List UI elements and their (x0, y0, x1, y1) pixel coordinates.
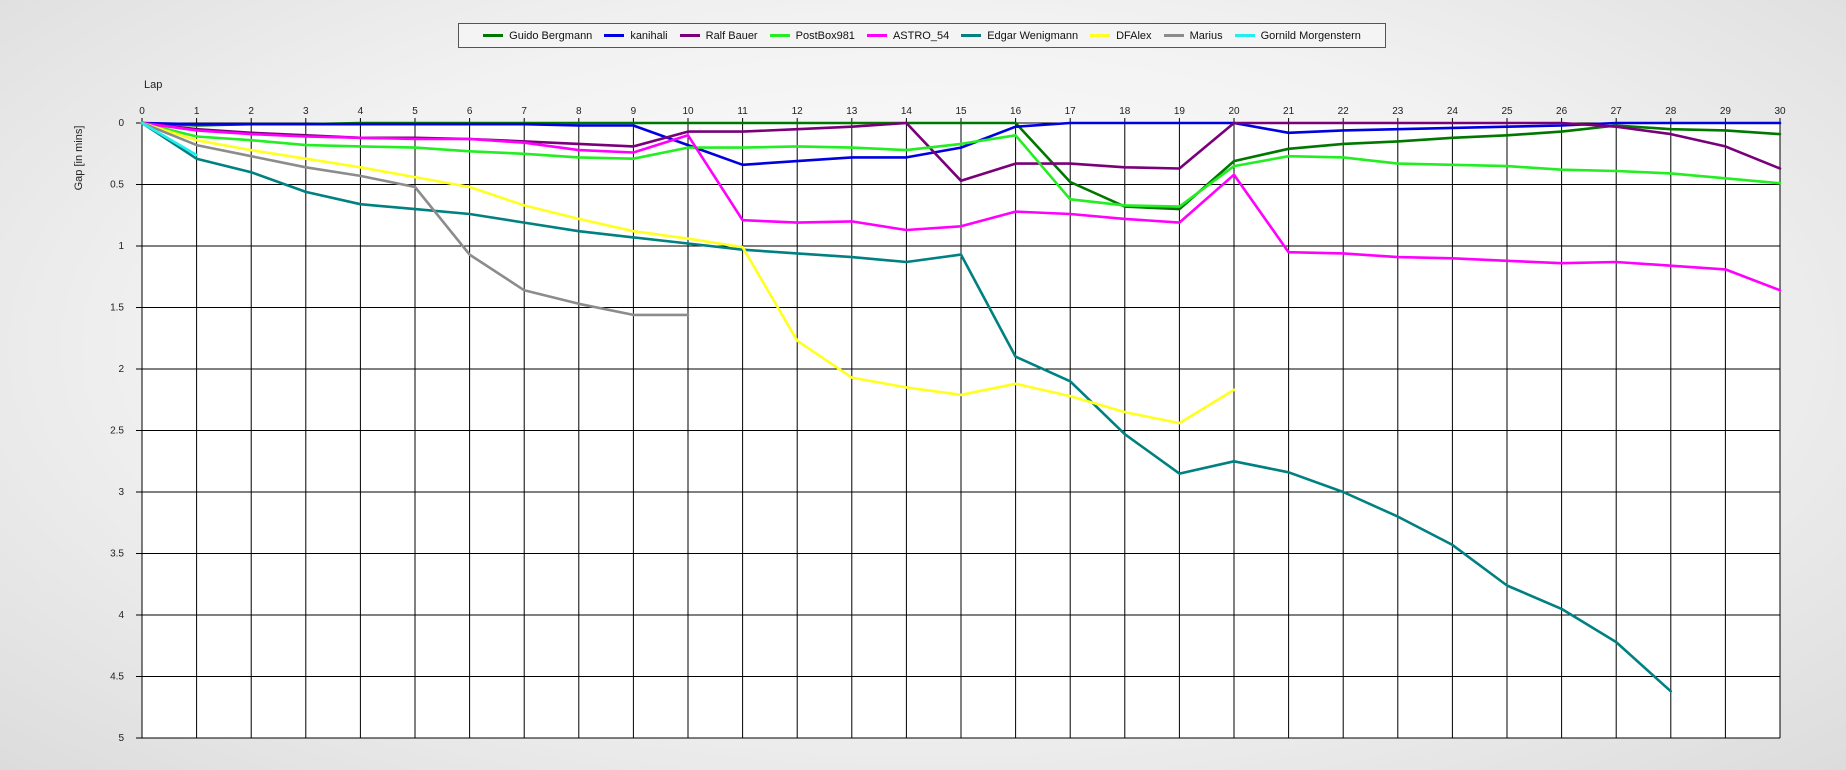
x-tick-label: 30 (1774, 106, 1786, 117)
y-tick-label: 0.5 (110, 180, 124, 191)
y-tick-label: 4 (118, 610, 124, 621)
x-tick-label: 27 (1611, 106, 1623, 117)
x-tick-label: 29 (1720, 106, 1732, 117)
x-tick-label: 4 (358, 106, 364, 117)
x-tick-label: 12 (792, 106, 804, 117)
x-tick-label: 19 (1174, 106, 1186, 117)
x-tick-label: 10 (682, 106, 694, 117)
y-tick-label: 1.5 (110, 303, 124, 314)
x-tick-label: 25 (1501, 106, 1513, 117)
x-tick-label: 22 (1338, 106, 1350, 117)
y-tick-label: 5 (118, 733, 124, 744)
x-tick-label: 18 (1119, 106, 1131, 117)
x-tick-label: 28 (1665, 106, 1677, 117)
x-tick-label: 24 (1447, 106, 1459, 117)
x-tick-label: 23 (1392, 106, 1404, 117)
x-tick-label: 21 (1283, 106, 1295, 117)
x-tick-label: 2 (248, 106, 254, 117)
gap-chart: 0 1 2 3 4 5 6 7 8 9 10 11 12 13 14 15 16 17 18 19 20 21 22 23 24… (73, 79, 1786, 744)
x-tick-label: 20 (1228, 106, 1240, 117)
x-tick-label: 15 (955, 106, 967, 117)
y-tick-label: 3 (118, 487, 124, 498)
x-tick-label: 13 (846, 106, 858, 117)
x-tick-label: 17 (1065, 106, 1077, 117)
y-tick-label: 3.5 (110, 549, 124, 560)
x-tick-label: 11 (737, 106, 748, 117)
x-tick-label: 9 (631, 106, 637, 117)
y-tick-label: 2.5 (110, 426, 124, 437)
x-tick-label: 5 (412, 106, 418, 117)
y-tick-label: 0 (118, 118, 124, 129)
x-tick-label: 14 (901, 106, 913, 117)
y-tick-label: 4.5 (110, 672, 124, 683)
x-tick-label: 26 (1556, 106, 1568, 117)
x-tick-label: 8 (576, 106, 582, 117)
x-tick-label: 16 (1010, 106, 1022, 117)
x-tick-label: 6 (467, 106, 473, 117)
x-tick-label: 0 (139, 106, 145, 117)
y-tick-label: 2 (118, 364, 124, 375)
y-axis-title: Gap [in mins] (73, 126, 85, 191)
x-tick-label: 3 (303, 106, 309, 117)
y-tick-label: 1 (118, 241, 124, 252)
x-tick-label: 7 (521, 106, 527, 117)
x-tick-label: 1 (194, 106, 200, 117)
x-axis-title: Lap (144, 79, 162, 91)
